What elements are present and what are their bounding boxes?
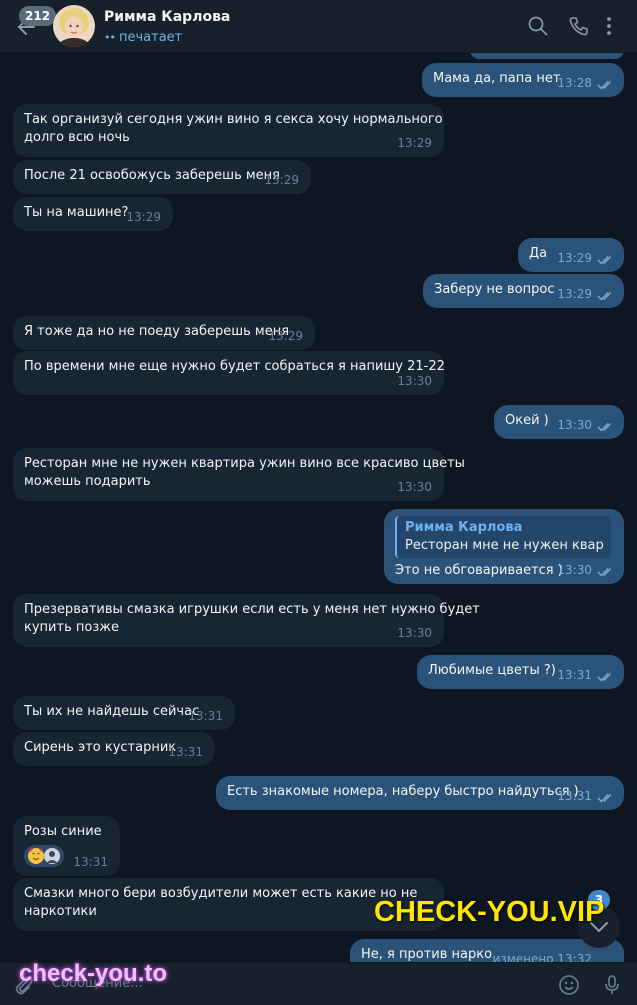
message-time: 13:30 <box>397 626 432 640</box>
emoji-icon[interactable] <box>557 973 581 997</box>
message-text: Ресторан мне не нужен квартира ужин вино… <box>24 456 465 471</box>
typing-status-text: печатает <box>118 30 183 45</box>
message-time: 13:31 <box>188 709 223 723</box>
message-bubble[interactable]: Так организуй сегодня ужин вино я секса … <box>13 104 444 157</box>
message-bubble[interactable]: Есть знакомые номера, наберу быстро найд… <box>216 776 624 810</box>
double-check-icon <box>597 255 612 265</box>
message-time: 13:29 <box>268 329 303 343</box>
message-time: 13:30 <box>397 480 432 494</box>
reply-quote-text: Ресторан мне не нужен кварт... <box>405 538 603 553</box>
message-bubble[interactable]: По времени мне еще нужно будет собраться… <box>13 351 445 395</box>
message-bubble-partial[interactable] <box>470 53 624 59</box>
message-bubble[interactable]: После 21 освобожусь заберешь меня 13:29 <box>13 160 311 194</box>
contact-name[interactable]: Римма Карлова <box>104 9 230 25</box>
double-check-icon <box>597 793 612 803</box>
reply-quote[interactable]: Римма Карлова Ресторан мне не нужен квар… <box>395 516 611 558</box>
message-time: 13:29 <box>557 287 592 301</box>
message-text: Есть знакомые номера, наберу быстро найд… <box>227 784 579 799</box>
message-time: 13:31 <box>73 855 108 869</box>
watermark-bottom: check-you.to <box>19 960 168 987</box>
message-bubble[interactable]: Заберу не вопрос 13:29 <box>423 274 624 308</box>
message-time: 13:28 <box>557 76 592 90</box>
message-time: 13:31 <box>168 745 203 759</box>
message-bubble[interactable]: Любимые цветы ?) 13:31 <box>417 655 624 689</box>
message-bubble[interactable]: Ты их не найдешь сейчас 13:31 <box>13 696 235 730</box>
double-check-icon <box>597 422 612 432</box>
double-check-icon <box>597 80 612 90</box>
message-time: 13:29 <box>126 210 161 224</box>
typing-dots-icon: •• <box>104 31 116 44</box>
message-bubble[interactable]: Ресторан мне не нужен квартира ужин вино… <box>13 448 465 501</box>
message-time: 13:29 <box>557 251 592 265</box>
message-bubble[interactable]: Мама да, папа нет 13:28 <box>422 63 624 97</box>
message-bubble[interactable]: Ты на машине? 13:29 <box>13 197 173 231</box>
message-text: купить позже <box>24 620 119 635</box>
message-text: Смазки много бери возбудители может есть… <box>24 886 418 901</box>
search-icon[interactable] <box>527 15 549 37</box>
message-bubble[interactable]: Я тоже да но не поеду заберешь меня 13:2… <box>13 316 315 350</box>
message-list[interactable]: Мама да, папа нет 13:28 Так организуй се… <box>0 53 637 962</box>
message-text: После 21 освобожусь заберешь меня <box>24 168 280 183</box>
message-text: долго всю ночь <box>24 130 130 145</box>
message-text: Так организуй сегодня ужин вино я секса … <box>24 112 443 127</box>
message-bubble[interactable]: Розы синие 13:31 <box>13 816 120 876</box>
message-time: 13:30 <box>557 563 592 577</box>
message-time: 13:30 <box>397 374 432 388</box>
message-bubble[interactable]: Окей ) 13:30 <box>494 405 624 439</box>
watermark-top: CHECK-YOU.VIP <box>374 896 605 928</box>
message-time: 13:29 <box>264 173 299 187</box>
chat-header: 212 Римма Карлова •• печатает <box>0 0 637 53</box>
more-options-icon[interactable] <box>598 15 620 37</box>
double-check-icon <box>597 291 612 301</box>
message-time: изменено 13:32 <box>492 952 592 962</box>
message-time: 13:31 <box>557 789 592 803</box>
unread-count-badge: 212 <box>19 6 57 26</box>
message-time: 13:29 <box>397 136 432 150</box>
message-bubble[interactable]: Сирень это кустарник 13:31 <box>13 732 215 766</box>
microphone-icon[interactable] <box>600 973 624 997</box>
message-text: По времени мне еще нужно будет собраться… <box>24 359 445 374</box>
phone-icon[interactable] <box>568 15 590 37</box>
avatar[interactable] <box>53 5 95 47</box>
message-text: Я тоже да но не поеду заберешь меня <box>24 324 290 339</box>
message-text: Розы синие <box>24 824 102 839</box>
message-text: наркотики <box>24 904 97 919</box>
message-bubble[interactable]: Да 13:29 <box>518 238 624 272</box>
double-check-icon <box>597 567 612 577</box>
reply-message-bubble[interactable]: Римма Карлова Ресторан мне не нужен квар… <box>384 509 624 584</box>
message-text: Презервативы смазка игрушки если есть у … <box>24 602 480 617</box>
message-time: 13:31 <box>557 668 592 682</box>
double-check-icon <box>597 672 612 682</box>
message-bubble[interactable]: Презервативы смазка игрушки если есть у … <box>13 594 480 647</box>
reply-sender-name: Римма Карлова <box>405 520 523 535</box>
typing-status: •• печатает <box>104 30 182 45</box>
reaction-pill[interactable] <box>24 845 64 867</box>
message-text: можешь подарить <box>24 474 151 489</box>
message-time: 13:30 <box>557 418 592 432</box>
